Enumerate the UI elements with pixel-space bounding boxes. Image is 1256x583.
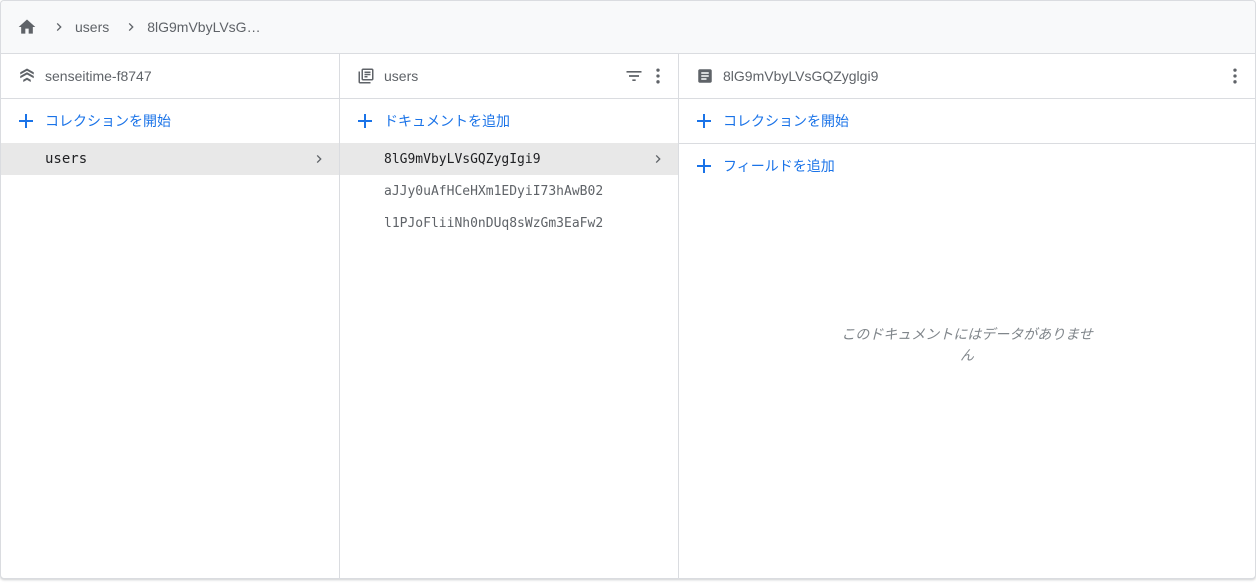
collection-panel: users ドキュメントを追加 8lG9mVbyLVsGQZygIgi9 aJJ… xyxy=(340,54,679,578)
filter-icon[interactable] xyxy=(622,64,646,88)
collection-item-label: users xyxy=(45,151,88,167)
plus-icon xyxy=(695,157,713,175)
empty-document-text: このドキュメントにはデータがありません xyxy=(841,326,1093,363)
add-field-button[interactable]: フィールドを追加 xyxy=(679,144,1255,188)
collection-title: users xyxy=(384,68,419,84)
plus-icon xyxy=(695,112,713,130)
breadcrumb-item-document[interactable]: 8lG9mVbyLVsG… xyxy=(147,19,260,35)
firestore-stack-icon xyxy=(17,66,37,86)
document-title: 8lG9mVbyLVsGQZyglgi9 xyxy=(723,68,879,84)
collection-panel-header: users xyxy=(340,54,678,99)
document-item-label: l1PJoFliiNh0nDUq8sWzGm3EaFw2 xyxy=(384,215,604,231)
home-icon[interactable] xyxy=(17,17,37,37)
add-document-button[interactable]: ドキュメントを追加 xyxy=(340,99,678,143)
document-item-label: 8lG9mVbyLVsGQZygIgi9 xyxy=(384,151,541,167)
plus-icon xyxy=(17,112,35,130)
document-item[interactable]: 8lG9mVbyLVsGQZygIgi9 xyxy=(340,143,678,175)
start-collection-button[interactable]: コレクションを開始 xyxy=(1,99,339,143)
panel-columns: senseitime-f8747 コレクションを開始 users users ド… xyxy=(1,54,1255,578)
chevron-right-icon xyxy=(311,151,327,167)
firestore-data-viewer: users 8lG9mVbyLVsG… senseitime-f8747 コレク… xyxy=(0,0,1256,579)
chevron-right-icon xyxy=(51,19,67,35)
more-vert-icon[interactable] xyxy=(1223,64,1247,88)
start-collection-label: コレクションを開始 xyxy=(723,113,849,129)
chevron-right-icon xyxy=(650,151,666,167)
empty-document-message: このドキュメントにはデータがありません xyxy=(679,324,1255,366)
start-collection-label: コレクションを開始 xyxy=(45,113,171,129)
chevron-right-icon xyxy=(123,19,139,35)
collection-item-users[interactable]: users xyxy=(1,143,339,175)
project-panel-header: senseitime-f8747 xyxy=(1,54,339,99)
document-panel-header: 8lG9mVbyLVsGQZyglgi9 xyxy=(679,54,1255,99)
collection-icon xyxy=(356,66,376,86)
document-item[interactable]: aJJy0uAfHCeHXm1EDyiI73hAwB02 xyxy=(340,175,678,207)
document-panel: 8lG9mVbyLVsGQZyglgi9 コレクションを開始 フィールドを追加 … xyxy=(679,54,1255,578)
more-vert-icon[interactable] xyxy=(646,64,670,88)
project-title: senseitime-f8747 xyxy=(45,68,152,84)
start-subcollection-button[interactable]: コレクションを開始 xyxy=(679,99,1255,144)
document-item-label: aJJy0uAfHCeHXm1EDyiI73hAwB02 xyxy=(384,183,604,199)
project-panel: senseitime-f8747 コレクションを開始 users xyxy=(1,54,340,578)
add-field-label: フィールドを追加 xyxy=(723,158,835,174)
document-item[interactable]: l1PJoFliiNh0nDUq8sWzGm3EaFw2 xyxy=(340,207,678,239)
breadcrumb: users 8lG9mVbyLVsG… xyxy=(1,1,1255,54)
add-document-label: ドキュメントを追加 xyxy=(384,113,510,129)
plus-icon xyxy=(356,112,374,130)
breadcrumb-item-users[interactable]: users xyxy=(75,19,109,35)
document-icon xyxy=(695,66,715,86)
